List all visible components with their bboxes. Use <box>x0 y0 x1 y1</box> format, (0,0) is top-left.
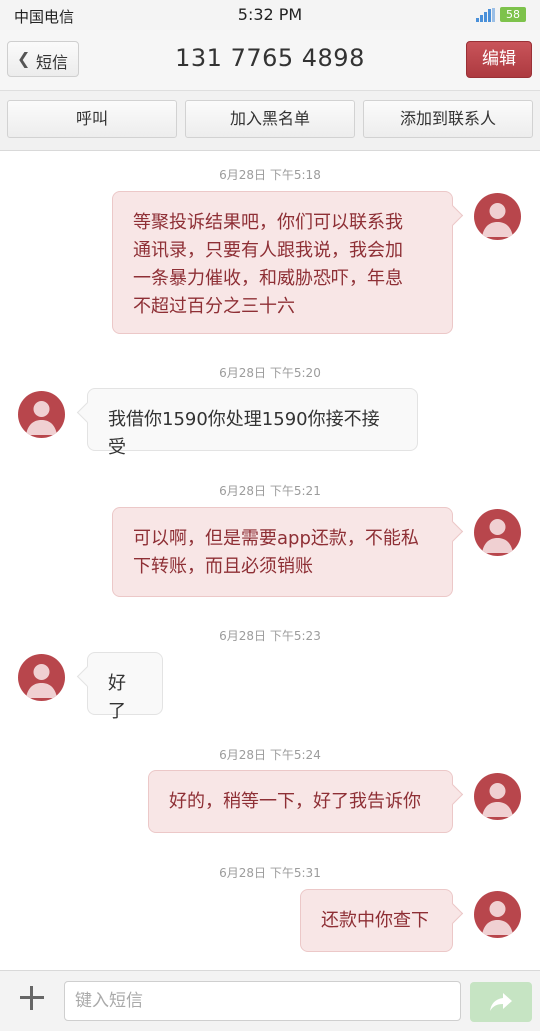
blacklist-button[interactable]: 加入黑名单 <box>185 100 355 138</box>
clock: 5:32 PM <box>237 5 303 24</box>
person-icon <box>482 203 513 237</box>
message-bubble-outgoing[interactable]: 可以啊，但是需要app还款，不能私 下转账，而且必须销账 <box>112 507 464 597</box>
message-timestamp: 6月28日 下午5:21 <box>219 484 321 498</box>
message-timestamp: 6月28日 下午5:18 <box>219 168 321 182</box>
avatar[interactable] <box>474 509 521 556</box>
plus-icon[interactable] <box>18 984 46 1012</box>
message-bubble-outgoing[interactable]: 等聚投诉结果吧，你们可以联系我 通讯录，只要有人跟我说，我会加 一条暴力催收，和… <box>112 191 464 334</box>
person-icon <box>482 901 513 935</box>
message-line: 等聚投诉结果吧，你们可以联系我 <box>133 212 403 233</box>
message-line: 好了 <box>108 673 126 722</box>
status-bar: 中国电信 5:32 PM 58 <box>0 0 540 30</box>
person-icon <box>26 401 57 435</box>
message-list[interactable]: 6月28日 下午5:18 等聚投诉结果吧，你们可以联系我 通讯录，只要有人跟我说… <box>0 151 540 970</box>
message-timestamp: 6月28日 下午5:23 <box>219 629 321 643</box>
avatar[interactable] <box>18 654 65 701</box>
message-line: 好的，稍等一下，好了我告诉你 <box>169 791 421 812</box>
message-input[interactable] <box>64 981 461 1021</box>
message-bubble-outgoing[interactable]: 还款中你查下 <box>300 889 464 952</box>
message-line: 不超过百分之三十六 <box>133 296 295 317</box>
message-line: 还款中你查下 <box>321 910 429 931</box>
compose-bar <box>0 970 540 1031</box>
call-button[interactable]: 呼叫 <box>7 100 177 138</box>
message-line: 下转账，而且必须销账 <box>133 556 313 577</box>
message-bubble-incoming[interactable]: 好了 <box>76 652 163 722</box>
person-icon <box>482 519 513 553</box>
avatar[interactable] <box>18 391 65 438</box>
action-bar: 呼叫 加入黑名单 添加到联系人 <box>0 91 540 151</box>
message-timestamp: 6月28日 下午5:24 <box>219 748 321 762</box>
send-arrow-icon <box>490 993 512 1011</box>
person-icon <box>482 783 513 817</box>
message-timestamp: 6月28日 下午5:20 <box>219 366 321 380</box>
avatar[interactable] <box>474 773 521 820</box>
avatar[interactable] <box>474 891 521 938</box>
message-bubble-outgoing[interactable]: 好的，稍等一下，好了我告诉你 <box>148 770 464 833</box>
message-line: 一条暴力催收，和威胁恐吓，年息 <box>133 268 403 289</box>
signal-icon <box>474 8 496 22</box>
message-timestamp: 6月28日 下午5:31 <box>219 866 321 880</box>
page-title: 131 7765 4898 <box>175 44 365 72</box>
add-contact-button[interactable]: 添加到联系人 <box>363 100 533 138</box>
person-icon <box>26 664 57 698</box>
message-bubble-incoming[interactable]: 我借你1590你处理1590你接不接受 <box>76 388 418 458</box>
avatar[interactable] <box>474 193 521 240</box>
message-line: 通讯录，只要有人跟我说，我会加 <box>133 240 403 261</box>
send-button[interactable] <box>470 982 532 1022</box>
edit-button[interactable]: 编辑 <box>466 41 532 78</box>
battery-icon: 58 <box>500 7 526 22</box>
message-line: 可以啊，但是需要app还款，不能私 <box>133 528 419 549</box>
conversation-header: ❮ 短信 131 7765 4898 编辑 <box>0 30 540 91</box>
message-line: 我借你1590你处理1590你接不接受 <box>108 409 380 458</box>
